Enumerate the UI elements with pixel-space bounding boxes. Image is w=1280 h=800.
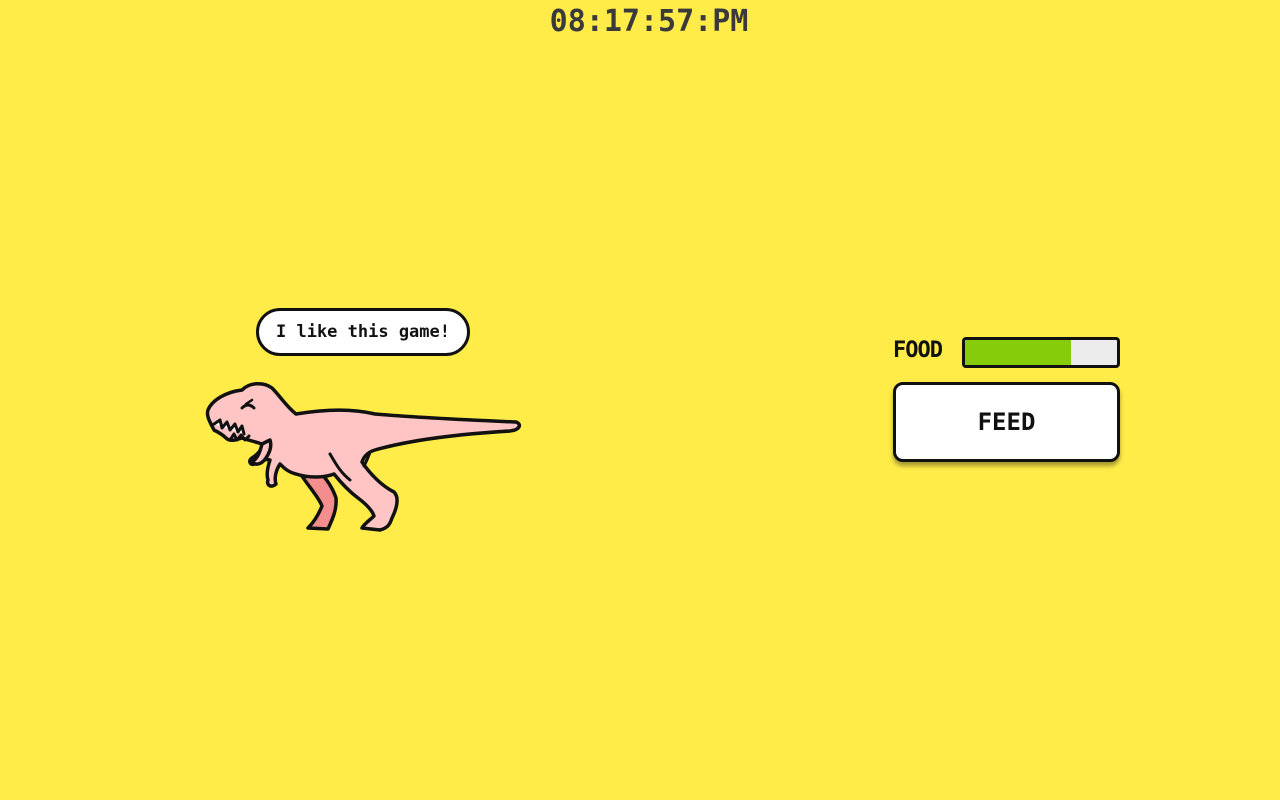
food-label: FOOD: [893, 338, 943, 363]
pet-speech-text: I like this game!: [276, 322, 450, 342]
dino-body: [205, 382, 522, 532]
feed-button[interactable]: FEED: [893, 382, 1120, 462]
feed-button-label: FEED: [977, 408, 1036, 436]
dino-back-leg: [298, 468, 338, 531]
food-meter-fill: [965, 340, 1072, 365]
t-rex-pet-icon[interactable]: [200, 378, 525, 536]
game-clock: 08:17:57:PM: [549, 4, 749, 39]
pet-speech-bubble: I like this game!: [256, 308, 470, 356]
food-meter: [962, 337, 1120, 368]
